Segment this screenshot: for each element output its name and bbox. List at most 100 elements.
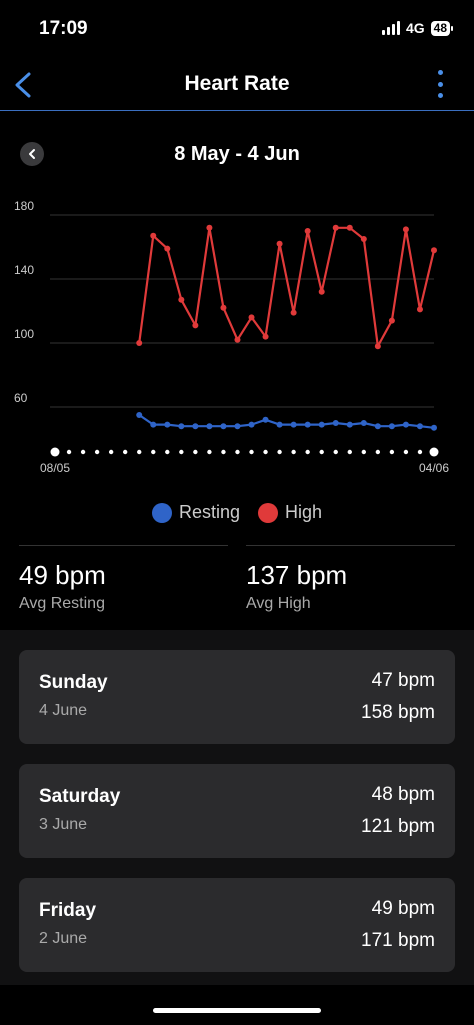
daily-list: Sunday 4 June 47 bpm 158 bpm Saturday 3 … [0, 630, 474, 985]
chart-legend: Resting High [0, 502, 474, 523]
network-label: 4G [405, 20, 425, 36]
high-value: 171 bpm [361, 930, 435, 951]
data-point-high [388, 317, 395, 324]
x-tick-label: 04/06 [419, 461, 449, 475]
x-axis-dot [235, 449, 240, 455]
more-options-icon[interactable] [438, 70, 444, 98]
data-point-high [431, 247, 437, 254]
data-point-resting [206, 423, 213, 430]
x-axis-dot [193, 449, 198, 455]
day-card[interactable]: Friday 2 June 49 bpm 171 bpm [19, 878, 455, 972]
x-axis-dot [249, 449, 254, 455]
data-point-resting [388, 423, 395, 430]
y-tick-label: 180 [14, 199, 34, 213]
data-point-resting [416, 423, 423, 430]
data-point-high [164, 245, 171, 252]
avg-high-value: 137 bpm [246, 560, 348, 590]
y-tick-label: 60 [14, 391, 28, 405]
x-axis-dot [305, 449, 310, 455]
x-axis-dot [375, 449, 381, 455]
data-point-resting [248, 421, 255, 428]
data-point-resting [164, 421, 171, 428]
day-name: Friday [39, 900, 97, 921]
data-point-high [416, 306, 423, 313]
x-axis-dot [333, 449, 338, 455]
day-card[interactable]: Sunday 4 June 47 bpm 158 bpm [19, 650, 455, 744]
x-axis-dot [165, 449, 170, 455]
legend-resting-label: Resting [178, 502, 240, 522]
x-axis-dot [277, 449, 282, 455]
data-point-resting [402, 421, 409, 428]
day-card[interactable]: Saturday 3 June 48 bpm 121 bpm [19, 764, 455, 858]
y-tick-label: 100 [14, 327, 34, 341]
x-axis-dot [347, 449, 352, 455]
avg-resting-value: 49 bpm [19, 560, 106, 590]
status-bar: 17:09 4G 48 [0, 0, 474, 60]
x-axis-dot [80, 449, 86, 455]
data-point-resting [136, 412, 143, 418]
data-point-resting [192, 423, 199, 430]
date-range-title: 8 May - 4 Jun [174, 143, 300, 165]
x-axis-dot [66, 449, 72, 455]
x-axis-dot [94, 449, 100, 455]
data-point-high [206, 224, 213, 231]
data-point-resting [178, 423, 185, 430]
avg-resting-stat: 49 bpm Avg Resting [19, 545, 228, 613]
avg-resting-label: Avg Resting [19, 595, 105, 612]
data-point-high [290, 309, 297, 316]
battery-icon: 48 [430, 20, 454, 36]
x-axis-dot [122, 449, 128, 455]
x-axis-dot [361, 449, 367, 455]
data-point-resting [150, 421, 157, 428]
avg-high-stat: 137 bpm Avg High [246, 545, 455, 613]
data-point-resting [290, 421, 297, 428]
x-axis-dot [50, 447, 60, 457]
data-point-resting [431, 424, 437, 431]
data-point-high [276, 240, 283, 247]
data-point-high [332, 224, 339, 231]
data-point-high [248, 314, 255, 321]
data-point-high [262, 333, 269, 340]
data-point-high [402, 226, 409, 233]
data-point-high [220, 304, 227, 311]
data-point-high [136, 340, 143, 346]
x-axis-dot [221, 449, 226, 455]
x-axis-dot [319, 449, 324, 455]
day-name: Sunday [39, 672, 108, 693]
legend-resting[interactable]: Resting [151, 502, 240, 523]
data-point-high [346, 224, 353, 231]
x-axis-dot [207, 449, 212, 455]
day-date: 4 June [39, 702, 88, 719]
battery-level: 48 [433, 20, 447, 35]
high-color-dot [258, 502, 278, 523]
series-line-high [138, 226, 436, 348]
avg-high-label: Avg High [246, 595, 311, 612]
data-point-high [192, 322, 199, 329]
data-point-high [178, 296, 185, 303]
day-date: 2 June [39, 930, 88, 947]
status-indicators: 4G 48 [381, 20, 454, 36]
high-value: 158 bpm [361, 702, 435, 723]
data-point-high [234, 336, 241, 343]
resting-value: 49 bpm [371, 898, 435, 919]
data-point-resting [346, 421, 353, 428]
page-title: Heart Rate [184, 72, 290, 95]
signal-icon [381, 21, 400, 35]
x-axis-dot [417, 449, 423, 455]
resting-value: 48 bpm [371, 784, 435, 805]
legend-high[interactable]: High [258, 502, 322, 523]
day-name: Saturday [39, 786, 121, 807]
x-axis-dot [137, 449, 142, 455]
x-axis-dot [179, 449, 184, 455]
navigation-bar: Heart Rate [0, 60, 474, 111]
heart-rate-chart: 60 100 140 180 08/05 04/06 [14, 199, 449, 475]
data-point-resting [318, 421, 325, 428]
status-time: 17:09 [39, 18, 88, 39]
day-date: 3 June [39, 816, 88, 833]
data-point-high [304, 228, 311, 234]
data-point-high [360, 236, 367, 242]
resting-value: 47 bpm [371, 670, 435, 691]
x-axis-dot [108, 449, 114, 455]
data-point-high [374, 343, 381, 350]
data-point-high [318, 288, 325, 295]
